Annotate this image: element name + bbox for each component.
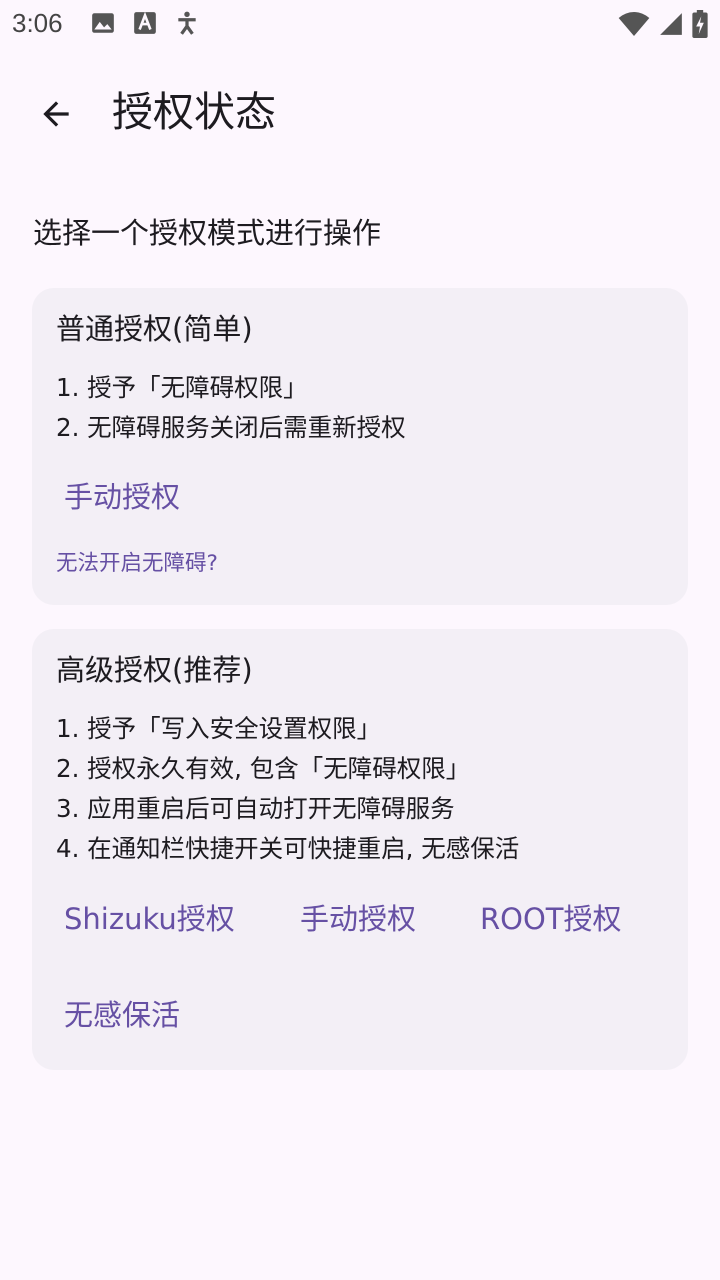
accessibility-icon	[178, 11, 196, 35]
wifi-icon	[618, 12, 650, 37]
page-title: 授权状态	[112, 88, 276, 136]
accessibility-help-link[interactable]: 无法开启无障碍?	[56, 548, 218, 580]
advanced-step-4: 4. 在通知栏快捷开关可快捷重启, 无感保活	[56, 834, 520, 863]
battery-charging-icon	[692, 10, 708, 38]
back-button[interactable]	[28, 86, 84, 142]
simple-card-steps: 1. 授予「无障碍权限」 2. 无障碍服务关闭后需重新授权	[56, 368, 406, 448]
status-bar: 3:06	[0, 0, 720, 48]
image-icon	[92, 13, 114, 33]
advanced-step-3: 3. 应用重启后可自动打开无障碍服务	[56, 794, 455, 823]
page-subtitle: 选择一个授权模式进行操作	[33, 216, 382, 250]
simple-auth-card: 普通授权(简单) 1. 授予「无障碍权限」 2. 无障碍服务关闭后需重新授权 手…	[32, 288, 688, 605]
simple-step-2: 2. 无障碍服务关闭后需重新授权	[56, 413, 406, 442]
cell-signal-icon	[660, 13, 682, 35]
notification-icons	[90, 10, 200, 36]
font-a-icon	[134, 11, 156, 34]
advanced-card-title: 高级授权(推荐)	[56, 653, 253, 687]
advanced-card-steps: 1. 授予「写入安全设置权限」 2. 授权永久有效, 包含「无障碍权限」 3. …	[56, 709, 519, 869]
arrow-back-icon	[43, 101, 69, 127]
status-time: 3:06	[12, 8, 63, 38]
simple-manual-auth-button[interactable]: 手动授权	[64, 476, 180, 518]
simple-step-1: 1. 授予「无障碍权限」	[56, 373, 308, 402]
system-icons	[618, 10, 708, 38]
simple-card-title: 普通授权(简单)	[56, 312, 253, 346]
shizuku-auth-button[interactable]: Shizuku授权	[64, 898, 235, 940]
app-bar: 授权状态	[0, 64, 720, 164]
advanced-auth-card: 高级授权(推荐) 1. 授予「写入安全设置权限」 2. 授权永久有效, 包含「无…	[32, 629, 688, 1070]
root-auth-button[interactable]: ROOT授权	[480, 898, 622, 940]
keepalive-button[interactable]: 无感保活	[64, 994, 180, 1036]
advanced-manual-auth-button[interactable]: 手动授权	[300, 898, 416, 940]
advanced-step-2: 2. 授权永久有效, 包含「无障碍权限」	[56, 754, 471, 783]
advanced-step-1: 1. 授予「写入安全设置权限」	[56, 714, 382, 743]
